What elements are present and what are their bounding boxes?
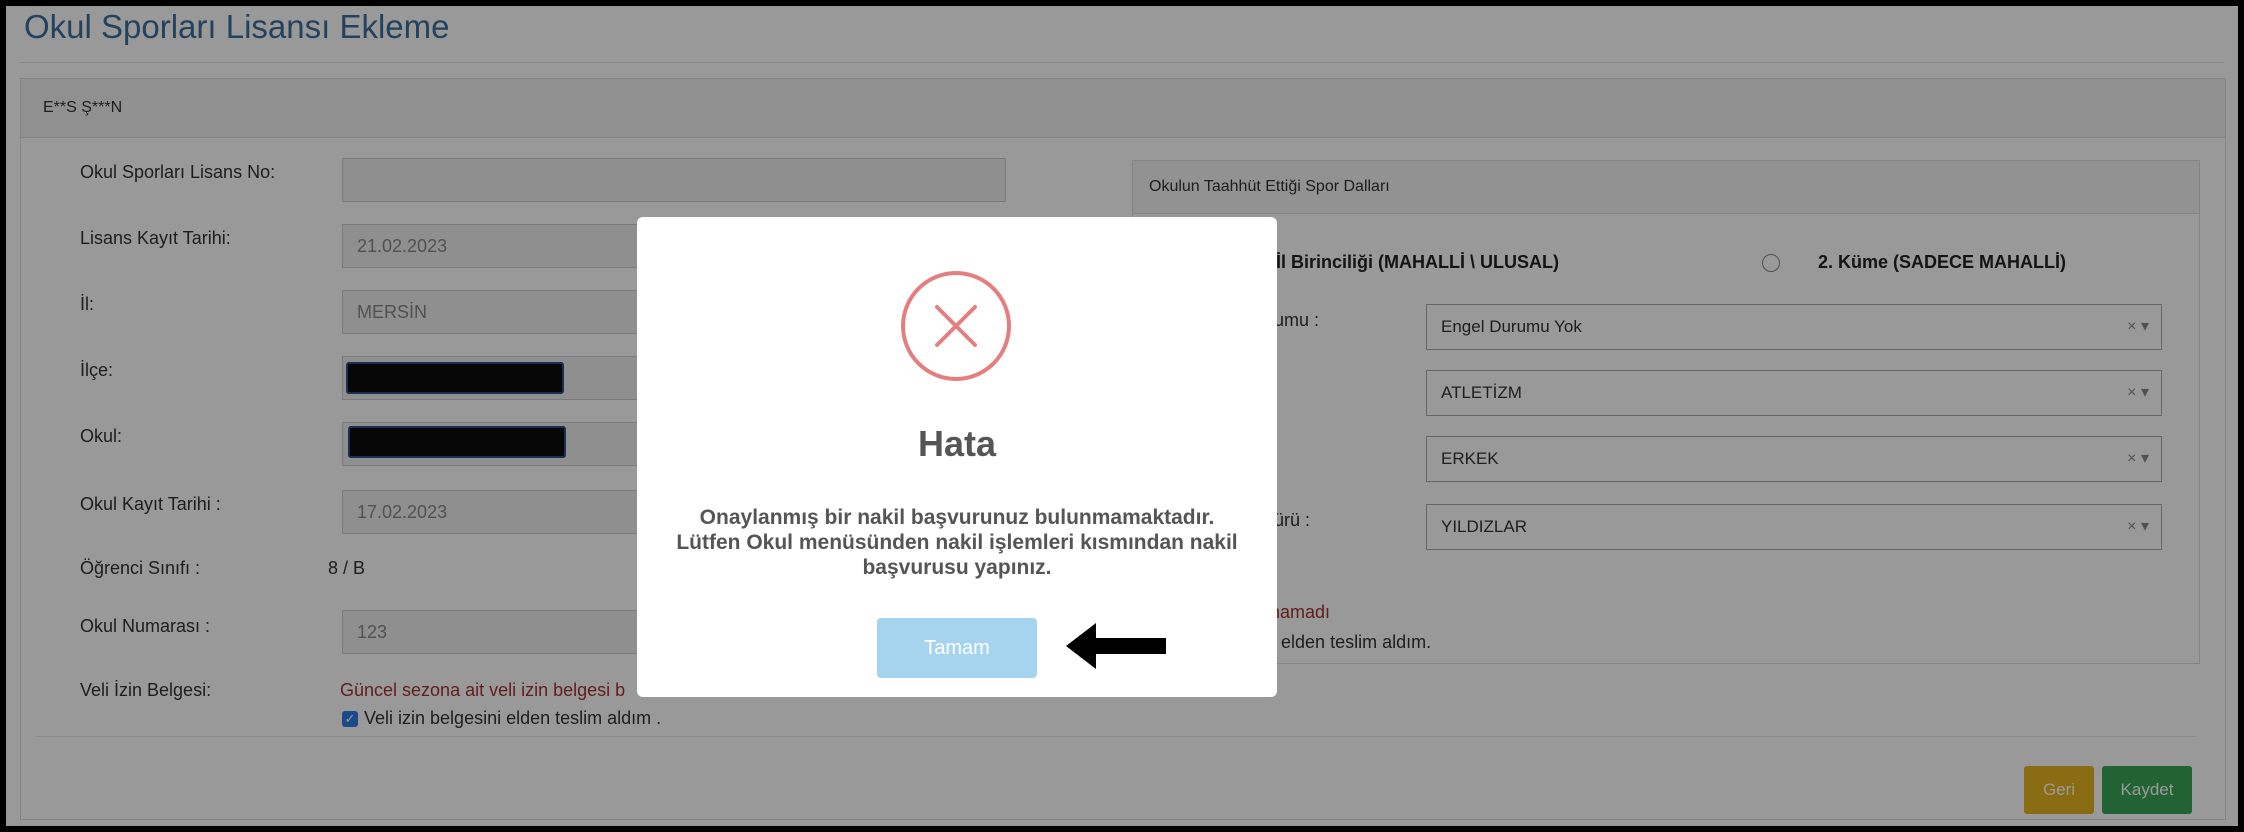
arrow-left-icon <box>1066 623 1166 669</box>
ok-button[interactable]: Tamam <box>877 618 1037 678</box>
app-frame: Okul Sporları Lisansı Ekleme E**S Ş***N … <box>6 6 2238 826</box>
error-x-icon <box>901 271 1011 381</box>
dialog-title: Hata <box>917 423 997 464</box>
error-dialog: Hata Onaylanmış bir nakil başvurunuz bul… <box>637 217 1277 697</box>
dialog-message: Onaylanmış bir nakil başvurunuz bulunmam… <box>676 506 1238 579</box>
